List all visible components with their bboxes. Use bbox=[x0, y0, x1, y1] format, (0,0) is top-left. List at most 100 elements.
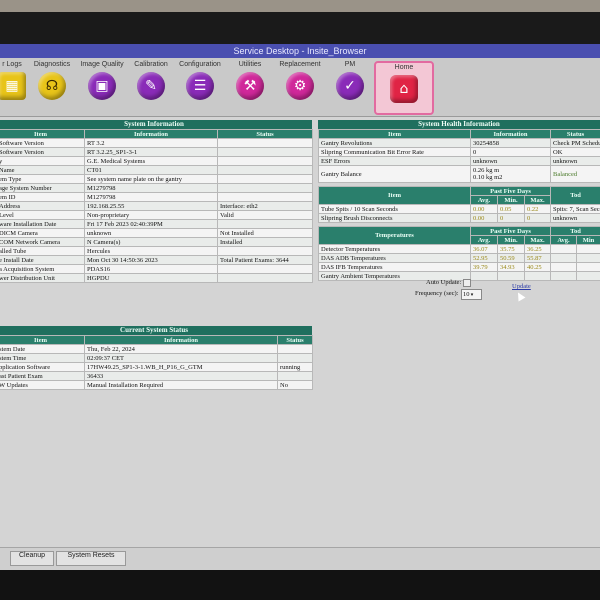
table-cell bbox=[217, 156, 313, 166]
table-row: age System Number M1279798 bbox=[0, 183, 313, 193]
column-header: Item bbox=[0, 129, 85, 139]
replacement-icon: ⚙ bbox=[286, 72, 314, 100]
table-cell: W Updates bbox=[0, 380, 85, 390]
table-cell bbox=[550, 253, 578, 263]
toolbar-item-configuration[interactable]: Configuration ☰ bbox=[172, 60, 228, 100]
table-cell: 40.25 bbox=[523, 262, 552, 272]
auto-update-checkbox[interactable] bbox=[463, 279, 471, 287]
table-cell: unknown bbox=[84, 228, 218, 238]
table-row: em ID M1279798 bbox=[0, 192, 313, 202]
column-header: Item bbox=[0, 335, 85, 345]
temperatures-header: Temperatures bbox=[318, 226, 471, 245]
table-cell: wer Distribution Unit bbox=[0, 273, 85, 283]
table-cell bbox=[217, 192, 313, 202]
table-cell: HGPDU bbox=[84, 273, 218, 283]
table-row: Tube Spits / 10 Scan Seconds 0.00 0.05 0… bbox=[318, 204, 600, 214]
table-row: Gantry Balance 0.26 kg m 0.10 kg m2 Bala… bbox=[318, 165, 600, 183]
table-cell bbox=[550, 244, 578, 254]
table-cell: stem Date bbox=[0, 344, 85, 354]
table-row: DAS ADB Temperatures 52.95 50.59 55.87 bbox=[318, 253, 600, 263]
column-header: Item bbox=[318, 129, 471, 139]
frequency-label: Frequency (sec): bbox=[415, 290, 459, 297]
table-cell: Valid bbox=[217, 210, 313, 220]
table-cell: DICM Camera bbox=[0, 228, 85, 238]
frequency-select[interactable]: 10 ▾ bbox=[461, 289, 482, 300]
table-row: Address 192.168.25.55 Interface: eth2 bbox=[0, 201, 313, 211]
table-row: DICM Camera unknown Not Installed bbox=[0, 228, 313, 238]
configuration-icon: ☰ bbox=[186, 72, 214, 100]
table-row: Detector Temperatures 36.07 35.75 36.25 bbox=[318, 244, 600, 254]
toolbar-item-diagnostics[interactable]: Diagnostics ☊ bbox=[24, 60, 80, 100]
system-health-table: Item Information Status Gantry Revolutio… bbox=[318, 129, 600, 183]
table-cell: Installed bbox=[217, 237, 313, 247]
cleanup-button[interactable]: Cleanup bbox=[10, 551, 54, 566]
table-cell: 17HW49.25_SP1-3-1.WB_H_P16_G_GTM bbox=[84, 362, 278, 372]
table-cell bbox=[217, 219, 313, 229]
table-cell: 35.75 bbox=[497, 244, 525, 254]
column-header: Tod bbox=[550, 186, 600, 205]
table-cell: 36.07 bbox=[470, 244, 498, 254]
table-row: em Type See system name plate on the gant… bbox=[0, 174, 313, 184]
update-link[interactable]: Update bbox=[512, 283, 531, 290]
table-cell bbox=[217, 165, 313, 175]
table-cell: Thu, Feb 22, 2024 bbox=[84, 344, 278, 354]
current-status-panel: Current System Status Item Information S… bbox=[0, 326, 313, 390]
monitor-bezel-bottom bbox=[0, 570, 600, 600]
toolbar-item-replacement[interactable]: Replacement ⚙ bbox=[272, 60, 328, 100]
table-row: stem Time 02:09:37 CET bbox=[0, 353, 313, 363]
table-cell: RT 3.2 bbox=[84, 138, 218, 148]
table-cell: M1279798 bbox=[84, 192, 218, 202]
toolbar-item-pm[interactable]: PM ✓ bbox=[322, 60, 378, 100]
table-row: wer Distribution Unit HGPDU bbox=[0, 273, 313, 283]
pm-clipboard-icon: ✓ bbox=[336, 72, 364, 100]
logs-icon: ▦ bbox=[0, 72, 26, 100]
table-cell: y bbox=[0, 156, 85, 166]
tube-spits-table: Item Past Five Days Tod Avg. Min. Max. T… bbox=[318, 186, 600, 223]
table-cell: e Install Date bbox=[0, 255, 85, 265]
table-cell bbox=[277, 353, 313, 363]
utilities-icon: ⚒ bbox=[236, 72, 264, 100]
table-cell: DAS ADB Temperatures bbox=[318, 253, 471, 263]
table-cell bbox=[277, 344, 313, 354]
chevron-down-icon: ▾ bbox=[469, 293, 474, 298]
table-cell: Mon Oct 30 14:50:36 2023 bbox=[84, 255, 218, 265]
toolbar-item-image-quality[interactable]: Image Quality ▣ bbox=[74, 60, 130, 100]
table-cell: Detector Temperatures bbox=[318, 244, 471, 254]
main-content: System Information Item Information Stat… bbox=[0, 117, 600, 547]
table-cell: ware Installation Date bbox=[0, 219, 85, 229]
system-resets-button[interactable]: System Resets bbox=[56, 551, 126, 566]
table-cell bbox=[550, 262, 578, 272]
table-cell: Non-proprietary bbox=[84, 210, 218, 220]
temperatures-table: Temperatures Past Five Days Tod Avg. Min… bbox=[318, 226, 600, 281]
column-header: Status bbox=[550, 129, 600, 139]
column-header: Information bbox=[84, 335, 278, 345]
table-row: Software Version RT 3.2 bbox=[0, 138, 313, 148]
table-row: ware Installation Date Fri 17 Feb 2023 02… bbox=[0, 219, 313, 229]
table-cell: Not Installed bbox=[217, 228, 313, 238]
table-cell bbox=[217, 138, 313, 148]
table-cell: PDAS16 bbox=[84, 264, 218, 274]
table-row: Slipring Communication Bit Error Rate 0 … bbox=[318, 147, 600, 157]
table-cell bbox=[217, 174, 313, 184]
bottom-bar: Cleanup System Resets bbox=[0, 547, 600, 570]
table-cell: 39.79 bbox=[470, 262, 498, 272]
image-quality-icon: ▣ bbox=[88, 72, 116, 100]
table-cell bbox=[576, 271, 600, 281]
stethoscope-icon: ☊ bbox=[38, 72, 66, 100]
window-title: Service Desktop - Insite_Browser bbox=[0, 44, 600, 58]
table-cell bbox=[576, 262, 600, 272]
toolbar-item-calibration[interactable]: Calibration ✎ bbox=[123, 60, 179, 100]
table-row: ast Patient Exam 36433 bbox=[0, 371, 313, 381]
table-cell bbox=[497, 271, 525, 281]
column-header: Item bbox=[318, 186, 471, 205]
home-icon: ⌂ bbox=[390, 75, 418, 103]
table-row: stem Date Thu, Feb 22, 2024 bbox=[0, 344, 313, 354]
current-status-table: Item Information Status stem Date Thu, Fe… bbox=[0, 335, 313, 390]
table-row: alled Tube Hercules bbox=[0, 246, 313, 256]
table-row: e Install Date Mon Oct 30 14:50:36 2023 To… bbox=[0, 255, 313, 265]
table-row: yG.E. Medical Systems bbox=[0, 156, 313, 166]
table-row: COM Network Camera N Camera(s) Installed bbox=[0, 237, 313, 247]
toolbar-item-home[interactable]: Home ⌂ bbox=[374, 61, 434, 115]
toolbar-item-utilities[interactable]: Utilities ⚒ bbox=[222, 60, 278, 100]
table-cell bbox=[523, 271, 552, 281]
